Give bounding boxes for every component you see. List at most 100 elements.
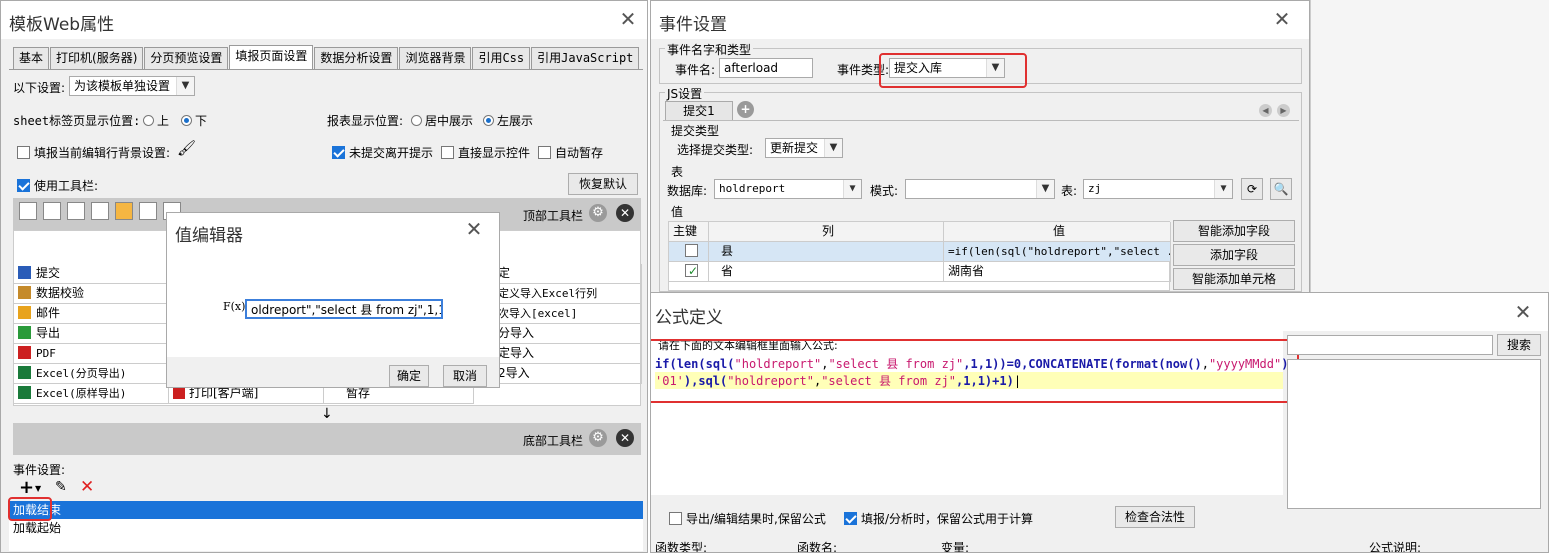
check-validity-button[interactable]: 检查合法性 — [1115, 506, 1195, 528]
paint-bucket-icon[interactable]: 🖌 — [177, 139, 197, 159]
table-row-val[interactable]: =if(len(sql("holdreport","select ... — [944, 242, 1171, 262]
smart-add-field-button[interactable]: 智能添加字段 — [1173, 220, 1295, 242]
save-icon[interactable] — [19, 202, 37, 220]
cb-autosave[interactable]: 自动暂存 — [538, 144, 603, 161]
list-item[interactable]: 导出 — [14, 324, 169, 344]
close-icon[interactable]: ✕ — [463, 219, 485, 241]
cb-direct-control[interactable]: 直接显示控件 — [441, 144, 530, 161]
tab-0[interactable]: 基本 — [13, 47, 50, 69]
export-icon[interactable] — [91, 202, 109, 220]
add-field-button[interactable]: 添加字段 — [1173, 244, 1295, 266]
arrow-down-icon: ↓ — [321, 406, 333, 422]
radio-center[interactable]: 居中展示 — [411, 112, 473, 129]
add-icon[interactable]: + — [19, 477, 34, 498]
value-input[interactable]: oldreport","select 县 from zj",1,1)+1) — [245, 299, 443, 319]
table-row-col[interactable]: 县 — [709, 242, 944, 262]
group-label: 事件名字和类型 — [665, 41, 754, 58]
list-item[interactable]: 2导入 — [494, 364, 642, 384]
tab-6[interactable]: 引用Css — [472, 47, 531, 69]
button-label: Excel(分页导出) — [36, 367, 127, 380]
mail-icon[interactable] — [115, 202, 133, 220]
ok-button[interactable]: 确定 — [389, 365, 429, 387]
list-item[interactable]: 定义导入Excel行列 — [494, 284, 642, 304]
remove-icon[interactable]: ✕ — [616, 429, 634, 447]
next-icon[interactable]: ▶ — [1277, 104, 1290, 117]
list-item[interactable]: 数据校验 — [14, 284, 169, 304]
print-icon[interactable] — [67, 202, 85, 220]
tab-3[interactable]: 填报页面设置 — [229, 45, 314, 69]
top-toolbar-label: 顶部工具栏 — [523, 209, 584, 223]
edit-icon[interactable] — [43, 202, 61, 220]
list-item[interactable]: 次导入[excel] — [494, 304, 642, 324]
list-item[interactable]: PDF — [14, 344, 169, 364]
list-item[interactable]: 加载结束 — [9, 501, 643, 519]
tab-1[interactable]: 打印机(服务器) — [50, 47, 144, 69]
list-item[interactable]: 定 — [494, 264, 642, 284]
table-row-val[interactable]: 湖南省 — [944, 262, 1171, 282]
radio-left[interactable]: 左展示 — [483, 112, 533, 129]
tab-2[interactable]: 分页预览设置 — [144, 47, 229, 69]
tab-5[interactable]: 浏览器背景 — [399, 47, 472, 69]
radio-up[interactable]: 上 — [143, 112, 169, 129]
button-label: PDF — [36, 347, 56, 360]
restore-default-button[interactable]: 恢复默认 — [568, 173, 638, 195]
button-icon — [18, 286, 31, 299]
add-tab-icon[interactable]: + — [737, 101, 754, 118]
radio-down[interactable]: 下 — [181, 112, 207, 129]
search-input[interactable] — [1287, 335, 1493, 355]
refresh-button[interactable]: ⟳ — [1241, 178, 1263, 200]
cb-keep-export[interactable]: 导出/编辑结果时,保留公式 — [669, 510, 826, 527]
settings-select[interactable]: 为该模板单独设置 ▼ — [69, 76, 195, 96]
list-item[interactable]: 分导入 — [494, 324, 642, 344]
list-item[interactable]: 提交 — [14, 264, 169, 284]
cb-bg-setting[interactable]: 填报当前编辑行背景设置: — [17, 144, 170, 161]
button-icon — [18, 266, 31, 279]
table-row[interactable] — [669, 242, 709, 262]
schema-select[interactable]: ▼ — [905, 179, 1055, 199]
prev-icon[interactable]: ◀ — [1259, 104, 1272, 117]
pencil-icon[interactable]: ✎ — [55, 479, 67, 495]
remove-icon[interactable]: ✕ — [616, 204, 634, 222]
close-icon[interactable]: ✕ — [1512, 302, 1534, 324]
submit-type-select[interactable]: 更新提交 ▼ — [765, 138, 843, 158]
grid-header-col: 列 — [709, 222, 944, 242]
title-bar: 事件设置 ✕ — [651, 1, 1309, 39]
table-select[interactable]: zj ▼ — [1083, 179, 1233, 199]
cancel-button[interactable]: 取消 — [443, 365, 487, 387]
close-icon[interactable]: ✕ — [617, 9, 639, 31]
smart-add-cell-button[interactable]: 智能添加单元格 — [1173, 268, 1295, 290]
tree-icon[interactable] — [139, 202, 157, 220]
highlight-box — [879, 53, 1027, 88]
table-row-col[interactable]: 省 — [709, 262, 944, 282]
button-icon — [18, 366, 31, 379]
print-icon — [173, 387, 185, 399]
search-button[interactable]: 搜索 — [1497, 334, 1541, 356]
tab-submit1[interactable]: 提交1 — [665, 101, 733, 121]
list-item[interactable]: 定导入 — [494, 344, 642, 364]
footer-variable: 变量: — [941, 541, 970, 553]
search-table-button[interactable]: 🔍 — [1270, 178, 1292, 200]
cb-keep-fill[interactable]: 填报/分析时，保留公式用于计算 — [844, 510, 1033, 527]
table-row[interactable]: ✓ — [669, 262, 709, 282]
list-item[interactable]: Excel(分页导出) — [14, 364, 169, 384]
highlight-box — [8, 497, 52, 521]
tab-7[interactable]: 引用JavaScript — [531, 47, 640, 69]
footer-function-type: 函数类型: — [655, 541, 708, 553]
chevron-down-icon[interactable]: ▼ — [35, 484, 41, 493]
gear-icon[interactable]: ⚙ — [589, 429, 607, 447]
group-label: JS设置 — [665, 85, 705, 102]
list-item[interactable]: Excel(原样导出) — [14, 384, 169, 404]
close-icon[interactable]: ✕ — [1271, 9, 1293, 31]
gear-icon[interactable]: ⚙ — [589, 204, 607, 222]
event-list: 加载结束 加载起始 — [9, 501, 643, 551]
list-item[interactable]: 加载起始 — [9, 519, 643, 537]
list-item[interactable]: 邮件 — [14, 304, 169, 324]
fx-icon[interactable]: F(x) — [223, 300, 245, 313]
tab-4[interactable]: 数据分析设置 — [314, 47, 399, 69]
delete-icon[interactable]: ✕ — [80, 477, 94, 497]
db-select[interactable]: holdreport ▼ — [714, 179, 862, 199]
cb-unsubmit[interactable]: 未提交离开提示 — [332, 144, 433, 161]
cb-use-toolbar[interactable]: 使用工具栏: — [17, 177, 98, 194]
footer-function-name: 函数名: — [797, 541, 838, 553]
event-name-input[interactable]: afterload — [719, 58, 813, 78]
